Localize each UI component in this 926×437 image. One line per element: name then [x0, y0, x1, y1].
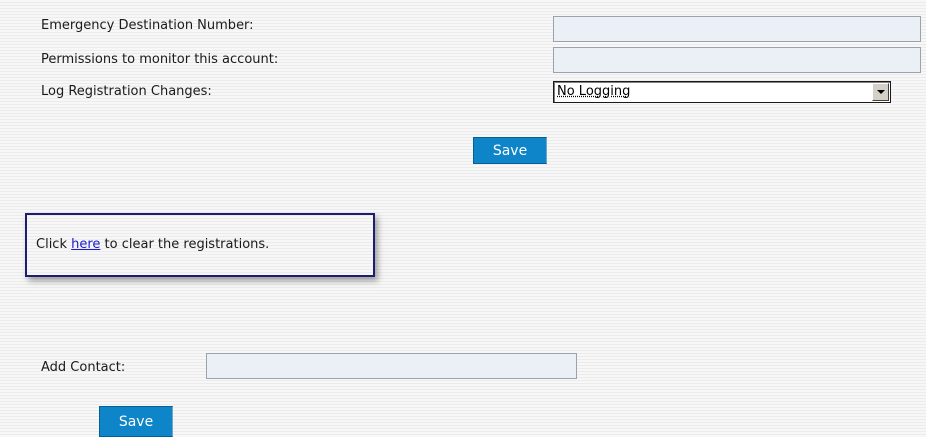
clear-registrations-link[interactable]: here	[71, 237, 100, 252]
clear-registrations-notice: Click here to clear the registrations.	[25, 213, 375, 277]
permissions-monitor-input[interactable]	[553, 47, 921, 73]
chevron-down-icon[interactable]	[872, 83, 889, 101]
clear-registrations-text: Click here to clear the registrations.	[36, 237, 269, 252]
add-contact-input[interactable]	[206, 353, 577, 379]
permissions-monitor-label: Permissions to monitor this account:	[41, 52, 279, 67]
notice-suffix: to clear the registrations.	[100, 237, 270, 252]
log-registration-label: Log Registration Changes:	[41, 84, 212, 99]
emergency-destination-label: Emergency Destination Number:	[41, 18, 254, 33]
save-settings-button[interactable]: Save	[473, 137, 547, 164]
log-registration-selected-value: No Logging	[557, 84, 631, 99]
save-contact-button[interactable]: Save	[99, 406, 173, 437]
notice-prefix: Click	[36, 237, 72, 252]
add-contact-label: Add Contact:	[41, 360, 126, 375]
emergency-destination-input[interactable]	[553, 16, 921, 42]
log-registration-select[interactable]: No Logging	[553, 81, 891, 103]
